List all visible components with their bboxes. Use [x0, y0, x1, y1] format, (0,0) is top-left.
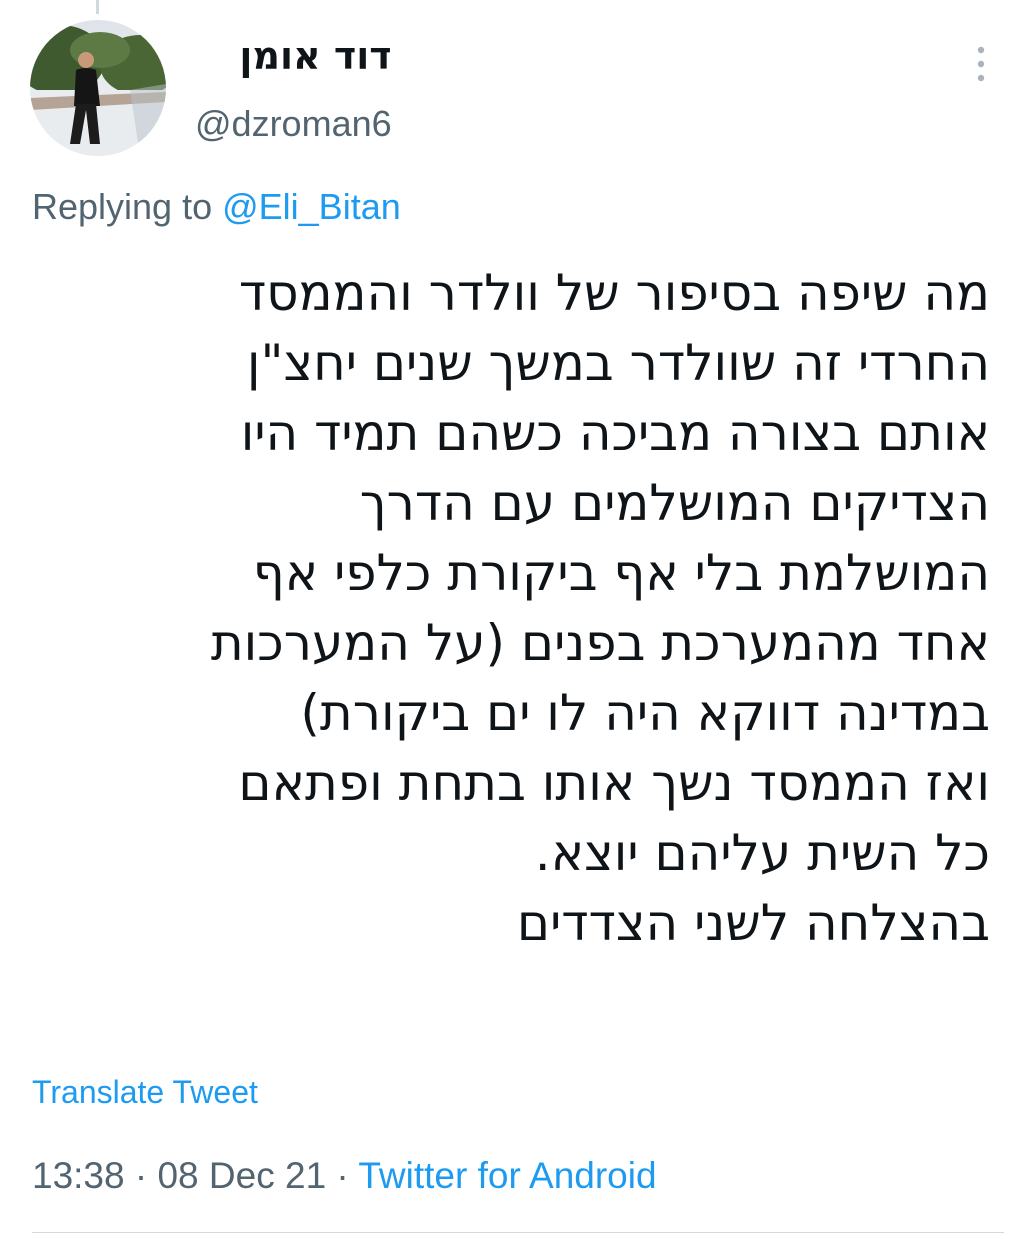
tweet-source-link[interactable]: Twitter for Android — [358, 1155, 656, 1196]
tweet-date[interactable]: 08 Dec 21 — [157, 1155, 326, 1196]
author-block: דוד אומן @dzroman6 — [195, 32, 392, 146]
translate-tweet-link[interactable]: Translate Tweet — [32, 1070, 258, 1114]
meta-separator: · — [326, 1155, 359, 1196]
reply-mention-link[interactable]: @Eli_Bitan — [222, 186, 401, 227]
tweet-metadata: 13:38 · 08 Dec 21 · Twitter for Android — [32, 1152, 657, 1200]
replying-to-line: Replying to @Eli_Bitan — [32, 183, 401, 231]
tweet-header: דוד אומן @dzroman6 — [30, 20, 1005, 160]
tweet-text-line: אחד מהמערכת בפנים (על המערכות — [210, 614, 990, 672]
meta-separator: · — [124, 1155, 158, 1196]
tweet-text-line: מה שיפה בסיפור של וולדר והממסד — [238, 264, 990, 322]
tweet-text-line: ואז הממסד נשך אותו בתחת ופתאם — [238, 754, 990, 812]
more-options-button[interactable] — [967, 42, 995, 86]
avatar[interactable] — [30, 20, 166, 156]
author-display-name[interactable]: דוד אומן — [195, 32, 391, 80]
tweet-text-line: אותם בצורה מביכה כשהם תמיד היו — [240, 404, 990, 462]
divider — [32, 1232, 1004, 1233]
vertical-ellipsis-icon — [977, 46, 985, 82]
tweet-text-line: בהצלחה לשני הצדדים — [516, 894, 990, 952]
tweet-text-line: החרדי זה שוולדר במשך שנים יחצ"ן — [246, 334, 990, 392]
tweet-text-line: המושלמת בלי אף ביקורת כלפי אף — [252, 544, 990, 602]
author-handle[interactable]: @dzroman6 — [195, 102, 392, 146]
thread-connector-line — [96, 0, 99, 14]
tweet-time[interactable]: 13:38 — [32, 1155, 125, 1196]
tweet-text-line: כל השית עליהם יוצא. — [534, 824, 990, 882]
tweet-text: מה שיפה בסיפור של וולדר והממסד החרדי זה … — [30, 258, 990, 958]
replying-to-label: Replying to — [32, 186, 223, 227]
tweet-text-line: במדינה דווקא היה לו ים ביקורת) — [300, 684, 990, 742]
tweet-text-line: הצדיקים המושלמים עם הדרך — [359, 474, 990, 532]
avatar-photo — [30, 20, 166, 156]
